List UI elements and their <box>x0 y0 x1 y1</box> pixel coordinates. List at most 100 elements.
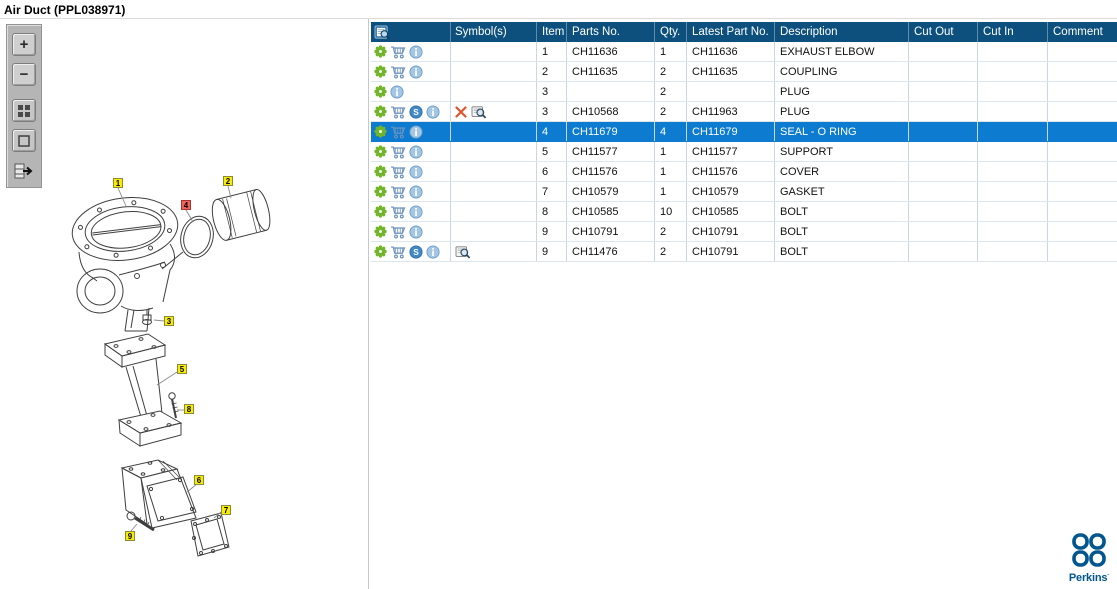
cell-comment <box>1048 122 1117 141</box>
cell-parts-no <box>567 82 655 101</box>
add-to-cart-icon[interactable] <box>390 185 406 199</box>
gear-icon[interactable] <box>374 145 387 158</box>
gear-icon[interactable] <box>374 185 387 198</box>
not-illustrated-icon[interactable] <box>455 105 467 118</box>
add-to-cart-icon[interactable] <box>390 45 406 59</box>
cell-item: 4 <box>537 122 567 141</box>
cell-parts-no: CH11636 <box>567 42 655 61</box>
gear-icon[interactable] <box>374 85 387 98</box>
add-to-cart-icon[interactable] <box>390 145 406 159</box>
cell-comment <box>1048 42 1117 61</box>
gear-icon[interactable] <box>374 65 387 78</box>
table-row[interactable]: 4 CH11679 4 CH11679 SEAL - O RING <box>371 122 1117 142</box>
gear-icon[interactable] <box>374 225 387 238</box>
col-header-parts-no: Parts No. <box>567 22 655 42</box>
cell-cut-out <box>909 142 978 161</box>
view-illustration-icon[interactable] <box>471 105 487 119</box>
parts-table: Symbol(s) Item Parts No. Qty. Latest Par… <box>371 22 1117 262</box>
table-row[interactable]: 1 CH11636 1 CH11636 EXHAUST ELBOW <box>371 42 1117 62</box>
cell-comment <box>1048 222 1117 241</box>
gear-icon[interactable] <box>374 165 387 178</box>
cell-description: COVER <box>775 162 909 181</box>
info-icon[interactable] <box>390 84 404 99</box>
cell-qty: 2 <box>655 102 687 121</box>
cell-symbols <box>451 162 537 181</box>
part-callout-1[interactable]: 1 <box>113 178 123 188</box>
cell-symbols <box>451 122 537 141</box>
gear-icon[interactable] <box>374 125 387 138</box>
cell-description: COUPLING <box>775 62 909 81</box>
add-to-cart-icon[interactable] <box>390 165 406 179</box>
info-icon[interactable] <box>409 144 423 159</box>
zoom-in-button[interactable]: + <box>12 33 36 56</box>
col-header-item: Item <box>537 22 567 42</box>
cell-cut-out <box>909 162 978 181</box>
cell-item: 9 <box>537 242 567 261</box>
info-icon[interactable] <box>409 164 423 179</box>
cell-cut-in <box>978 162 1048 181</box>
cell-item: 5 <box>537 142 567 161</box>
substitute-icon[interactable]: S <box>409 244 423 259</box>
add-to-cart-icon[interactable] <box>390 65 406 79</box>
cell-latest-part-no: CH10579 <box>687 182 775 201</box>
cell-description: BOLT <box>775 242 909 261</box>
cell-cut-in <box>978 202 1048 221</box>
collapse-panel-button[interactable] <box>12 159 36 182</box>
row-actions-cell <box>371 182 451 201</box>
table-row[interactable]: 7 CH10579 1 CH10579 GASKET <box>371 182 1117 202</box>
cell-parts-no: CH10579 <box>567 182 655 201</box>
add-to-cart-icon[interactable] <box>390 105 406 119</box>
cell-cut-out <box>909 182 978 201</box>
frame-view-button[interactable] <box>12 129 36 152</box>
part-callout-7[interactable]: 7 <box>221 505 231 515</box>
col-header-diagram-search[interactable] <box>371 22 451 42</box>
add-to-cart-icon[interactable] <box>390 225 406 239</box>
info-icon[interactable] <box>409 124 423 139</box>
cell-latest-part-no: CH11963 <box>687 102 775 121</box>
view-illustration-icon[interactable] <box>455 245 471 259</box>
table-row[interactable]: 5 CH11577 1 CH11577 SUPPORT <box>371 142 1117 162</box>
cell-qty: 1 <box>655 42 687 61</box>
add-to-cart-icon[interactable] <box>390 245 406 259</box>
info-icon[interactable] <box>409 184 423 199</box>
table-row[interactable]: 8 CH10585 10 CH10585 BOLT <box>371 202 1117 222</box>
info-icon[interactable] <box>409 204 423 219</box>
book-search-icon <box>374 24 391 40</box>
info-icon[interactable] <box>409 64 423 79</box>
col-header-symbols: Symbol(s) <box>451 22 537 42</box>
cell-qty: 2 <box>655 82 687 101</box>
substitute-icon[interactable]: S <box>409 104 423 119</box>
info-icon[interactable] <box>426 104 440 119</box>
info-icon[interactable] <box>409 44 423 59</box>
part-callout-5[interactable]: 5 <box>177 364 187 374</box>
table-row[interactable]: 3 2 PLUG <box>371 82 1117 102</box>
tile-view-icon <box>18 104 30 117</box>
part-callout-3[interactable]: 3 <box>164 316 174 326</box>
add-to-cart-icon[interactable] <box>390 205 406 219</box>
col-header-latest-part-no: Latest Part No. <box>687 22 775 42</box>
row-actions-cell <box>371 162 451 181</box>
part-callout-8[interactable]: 8 <box>184 404 194 414</box>
part-callout-6[interactable]: 6 <box>194 475 204 485</box>
gear-icon[interactable] <box>374 45 387 58</box>
table-row[interactable]: 2 CH11635 2 CH11635 COUPLING <box>371 62 1117 82</box>
gear-icon[interactable] <box>374 205 387 218</box>
zoom-out-button[interactable]: − <box>12 63 36 86</box>
tile-view-button[interactable] <box>12 99 36 122</box>
info-icon[interactable] <box>426 244 440 259</box>
cell-comment <box>1048 202 1117 221</box>
table-row[interactable]: 6 CH11576 1 CH11576 COVER <box>371 162 1117 182</box>
cell-comment <box>1048 102 1117 121</box>
part-callout-4[interactable]: 4 <box>181 200 191 210</box>
part-callout-9[interactable]: 9 <box>125 531 135 541</box>
add-to-cart-icon[interactable] <box>390 125 406 139</box>
table-row[interactable]: S 3 CH10568 2 CH11963 PLUG <box>371 102 1117 122</box>
table-row[interactable]: S 9 CH11476 2 CH10791 BOLT <box>371 242 1117 262</box>
info-icon[interactable] <box>409 224 423 239</box>
part-callout-2[interactable]: 2 <box>223 176 233 186</box>
table-header: Symbol(s) Item Parts No. Qty. Latest Par… <box>371 22 1117 42</box>
table-row[interactable]: 9 CH10791 2 CH10791 BOLT <box>371 222 1117 242</box>
collapse-panel-icon <box>14 163 33 178</box>
gear-icon[interactable] <box>374 105 387 118</box>
gear-icon[interactable] <box>374 245 387 258</box>
